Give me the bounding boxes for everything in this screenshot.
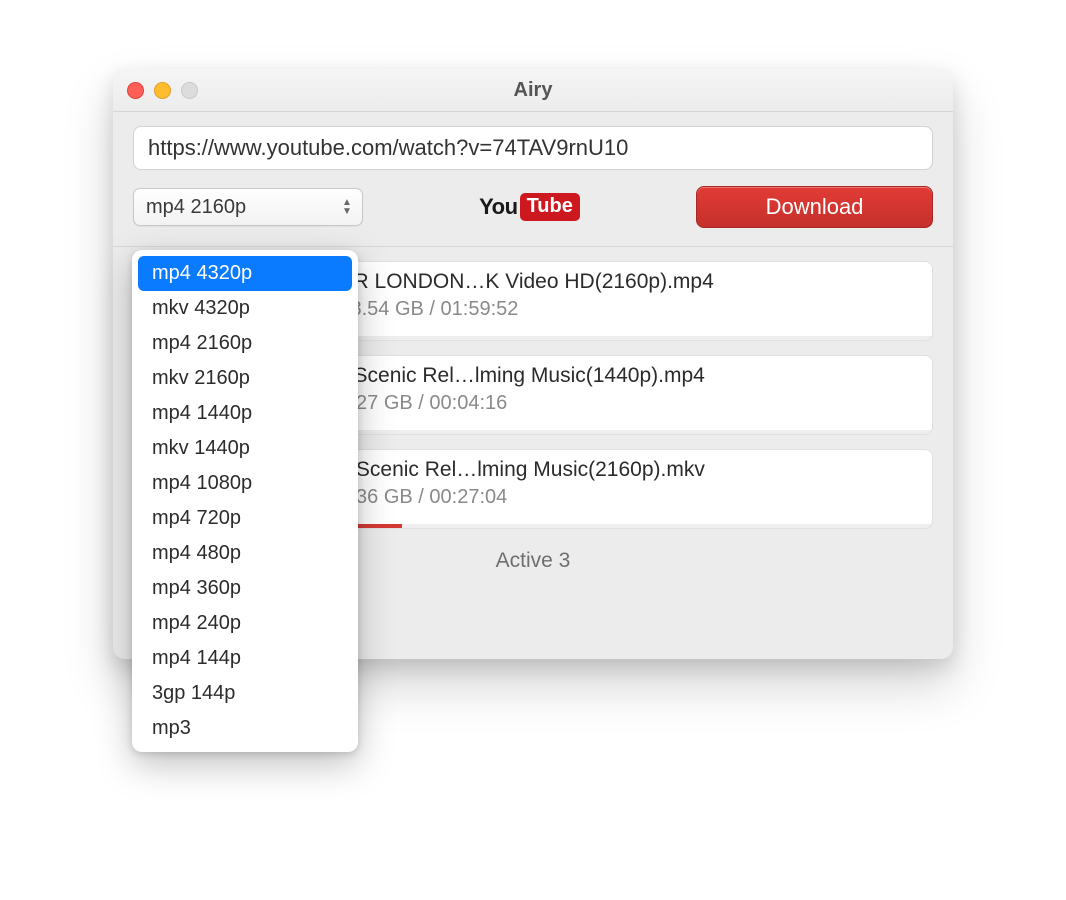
format-option[interactable]: mp4 2160p: [138, 326, 352, 361]
format-option[interactable]: mp4 240p: [138, 606, 352, 641]
format-option[interactable]: mp4 480p: [138, 536, 352, 571]
download-button-label: Download: [766, 194, 864, 220]
download-button[interactable]: Download: [696, 186, 933, 228]
format-option[interactable]: mp4 4320p: [138, 256, 352, 291]
url-input[interactable]: [133, 126, 933, 170]
format-option[interactable]: mkv 4320p: [138, 291, 352, 326]
format-selected-label: mp4 2160p: [146, 196, 246, 219]
download-subtitle: 2 GB of 3.27 GB / 00:04:16: [266, 392, 918, 415]
download-title: way 4K - Scenic Rel…lming Music(1440p).m…: [266, 364, 918, 388]
format-option[interactable]: mp3: [138, 711, 352, 746]
chevron-up-down-icon: ▲▼: [338, 193, 356, 221]
format-option[interactable]: mkv 1440p: [138, 431, 352, 466]
format-option[interactable]: mp4 1440p: [138, 396, 352, 431]
download-subtitle: 0 GB of 18.54 GB / 01:59:52: [266, 298, 918, 321]
youtube-logo-tube: Tube: [520, 193, 580, 221]
window-title: Airy: [113, 79, 953, 102]
download-title: ING OVER LONDON…K Video HD(2160p).mp4: [266, 270, 918, 294]
download-title: aine 4K - Scenic Rel…lming Music(2160p).…: [266, 458, 918, 482]
youtube-logo: You Tube: [479, 193, 580, 221]
format-dropdown[interactable]: mp4 4320pmkv 4320pmp4 2160pmkv 2160pmp4 …: [132, 250, 358, 752]
format-option[interactable]: mp4 360p: [138, 571, 352, 606]
format-option[interactable]: 3gp 144p: [138, 676, 352, 711]
titlebar: Airy: [113, 69, 953, 112]
youtube-logo-you: You: [479, 194, 517, 220]
format-option[interactable]: mkv 2160p: [138, 361, 352, 396]
toolbar: mp4 2160p ▲▼ You Tube Download: [113, 112, 953, 247]
format-option[interactable]: mp4 720p: [138, 501, 352, 536]
format-option[interactable]: mp4 144p: [138, 641, 352, 676]
download-subtitle: 4 GB of 7.36 GB / 00:27:04: [266, 486, 918, 509]
format-option[interactable]: mp4 1080p: [138, 466, 352, 501]
format-select[interactable]: mp4 2160p ▲▼: [133, 188, 363, 226]
